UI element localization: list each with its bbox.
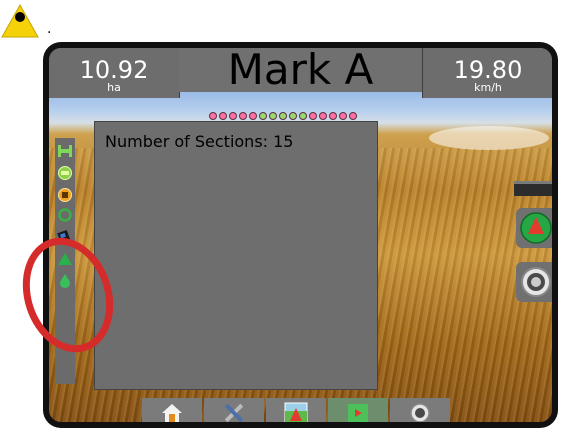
map-screen[interactable]: 10.92 ha Mark A 19.80 km/h Number of Sec… xyxy=(49,48,552,422)
lightbar-led xyxy=(289,112,297,120)
gauge-button[interactable] xyxy=(516,262,552,302)
navigation-button[interactable] xyxy=(516,208,552,248)
lightbar-led xyxy=(349,112,357,120)
lightbar xyxy=(209,112,357,120)
lightbar-led xyxy=(249,112,257,120)
sections-info-panel: Number of Sections: 15 xyxy=(94,121,378,390)
area-unit: ha xyxy=(107,81,121,94)
trailing-period: . xyxy=(47,21,52,37)
home-icon xyxy=(162,404,182,422)
section-target-icon[interactable] xyxy=(57,188,73,202)
tools-icon xyxy=(224,403,244,422)
lightbar-led xyxy=(319,112,327,120)
boom-h-icon[interactable] xyxy=(57,144,73,158)
lightbar-led xyxy=(299,112,307,120)
settings-dial-icon xyxy=(410,403,430,422)
marker-flag-icon xyxy=(348,404,368,422)
boom-status-icon[interactable] xyxy=(57,166,73,180)
lightbar-led xyxy=(339,112,347,120)
lightbar-led xyxy=(209,112,217,120)
tab-field-view[interactable] xyxy=(266,398,326,422)
device-frame: 10.92 ha Mark A 19.80 km/h Number of Sec… xyxy=(43,42,558,428)
tab-settings-dial[interactable] xyxy=(390,398,450,422)
lightbar-led xyxy=(279,112,287,120)
lightbar-led xyxy=(229,112,237,120)
lightbar-led xyxy=(259,112,267,120)
field-view-icon xyxy=(284,402,308,422)
navigation-arrow-icon xyxy=(520,212,552,244)
area-applied-box[interactable]: 10.92 ha xyxy=(49,48,180,98)
tab-tools[interactable] xyxy=(204,398,264,422)
guidance-title-box[interactable]: Mark A xyxy=(179,48,422,92)
combine-harvester-image xyxy=(514,181,552,196)
tab-home[interactable] xyxy=(142,398,202,422)
page-title: Mark A xyxy=(227,48,374,94)
lightbar-led xyxy=(269,112,277,120)
annotation-red-circle xyxy=(22,237,114,353)
speed-value: 19.80 xyxy=(453,56,523,84)
area-value: 10.92 xyxy=(79,56,149,84)
speed-unit: km/h xyxy=(474,81,502,94)
tab-marker[interactable] xyxy=(328,398,388,422)
circle-status-icon[interactable] xyxy=(57,208,73,222)
cloud xyxy=(429,126,549,150)
lightbar-led xyxy=(239,112,247,120)
lightbar-led xyxy=(309,112,317,120)
lightbar-led xyxy=(329,112,337,120)
gauge-icon xyxy=(521,267,551,297)
sections-count-label: Number of Sections: 15 xyxy=(105,132,294,151)
lightbar-led xyxy=(219,112,227,120)
bottom-nav-bar xyxy=(142,398,450,422)
speed-box[interactable]: 19.80 km/h xyxy=(422,48,552,98)
